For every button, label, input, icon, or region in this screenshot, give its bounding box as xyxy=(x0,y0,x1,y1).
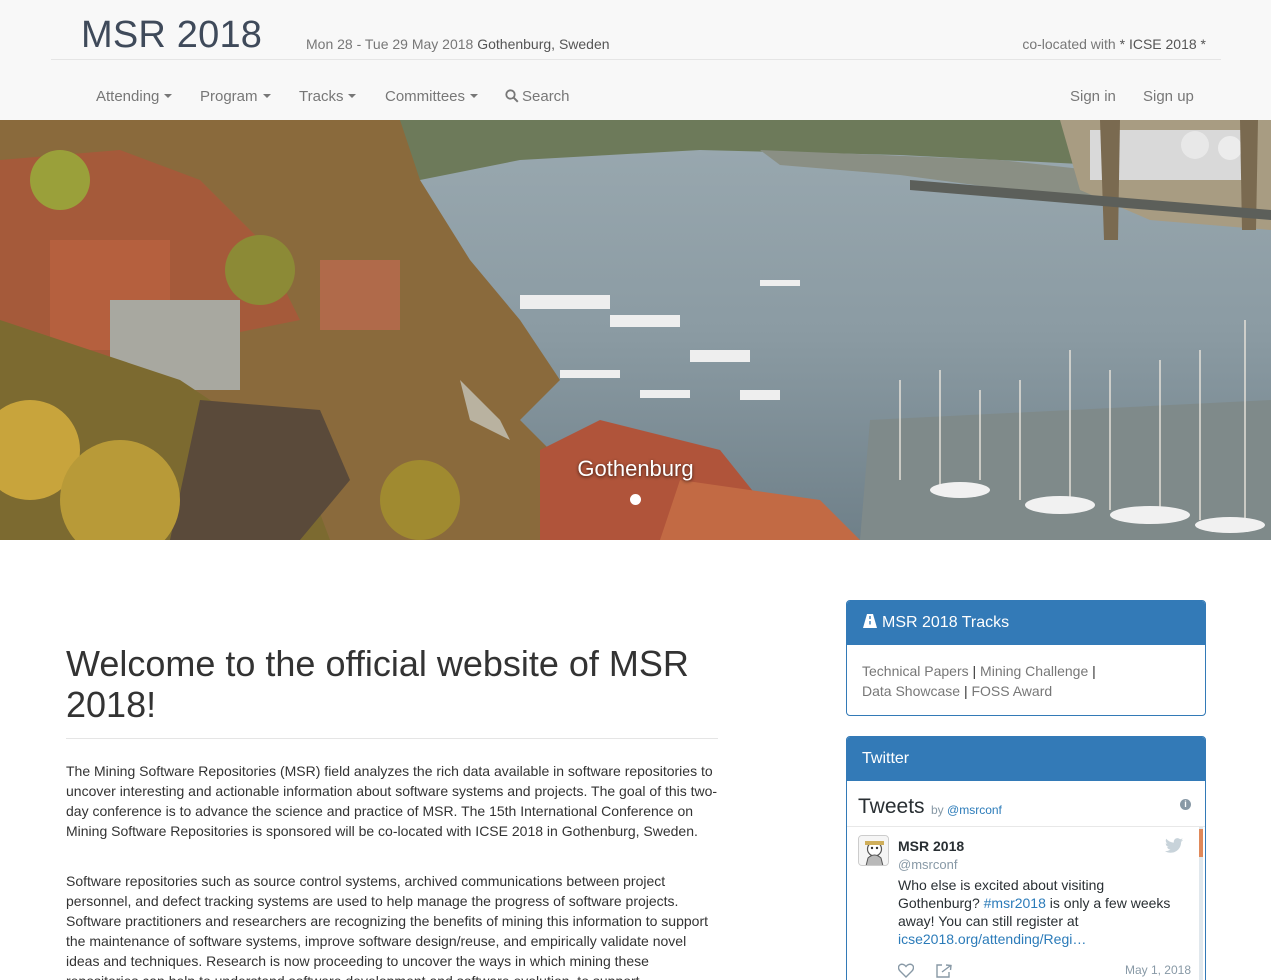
track-foss-award[interactable]: FOSS Award xyxy=(971,683,1052,699)
page-title: Welcome to the official website of MSR 2… xyxy=(66,643,689,725)
main-nav: Attending Program Tracks Committees Sear… xyxy=(0,60,1271,120)
twitter-panel-header: Twitter xyxy=(847,737,1205,781)
carousel-indicator[interactable] xyxy=(630,494,641,505)
carousel-caption: Gothenburg xyxy=(577,456,694,481)
scrollbar-thumb[interactable] xyxy=(1199,829,1203,857)
nav-tracks[interactable]: Tracks xyxy=(299,88,357,105)
twitter-panel: Twitter Tweets by @msrconf i MSR 2018 @m… xyxy=(846,736,1206,980)
info-icon[interactable]: i xyxy=(1180,799,1191,810)
nav-attending-label: Attending xyxy=(96,88,160,105)
title-divider xyxy=(66,738,718,739)
navbar: MSR 2018 Mon 28 - Tue 29 May 2018 Gothen… xyxy=(0,0,1271,120)
track-data-showcase[interactable]: Data Showcase xyxy=(862,683,960,699)
separator: | xyxy=(1092,663,1096,679)
signup-link[interactable]: Sign up xyxy=(1143,88,1194,105)
tweet-author-handle[interactable]: @msrconf xyxy=(898,857,957,872)
nav-committees-label: Committees xyxy=(385,88,466,105)
tweet-author-name[interactable]: MSR 2018 xyxy=(898,838,964,854)
msr-mascot-icon xyxy=(859,836,888,865)
signin-link[interactable]: Sign in xyxy=(1070,88,1116,105)
nav-attending[interactable]: Attending xyxy=(96,88,173,105)
tweets-header: Tweets by @msrconf i xyxy=(847,781,1205,827)
conference-location: Gothenburg, Sweden xyxy=(477,36,610,52)
tweet-hashtag[interactable]: #msr2018 xyxy=(984,895,1046,911)
caret-down-icon xyxy=(348,94,357,99)
road-icon xyxy=(863,614,877,628)
dates-text: Mon 28 - Tue 29 May 2018 xyxy=(306,36,474,52)
caret-down-icon xyxy=(262,94,271,99)
twitter-bird-icon[interactable] xyxy=(1165,838,1183,853)
tweets-title: Tweets xyxy=(858,795,925,818)
tweets-by-handle[interactable]: @msrconf xyxy=(947,803,1002,817)
conference-dates: Mon 28 - Tue 29 May 2018 Gothenburg, Swe… xyxy=(306,36,610,52)
nav-program[interactable]: Program xyxy=(200,88,271,105)
tweet-date[interactable]: May 1, 2018 xyxy=(1125,963,1191,977)
avatar[interactable] xyxy=(858,835,889,866)
tweets-by-label: by xyxy=(931,803,944,817)
colocated-prefix: co-located with xyxy=(1022,36,1116,52)
share-icon[interactable] xyxy=(936,963,952,978)
nav-search-label: Search xyxy=(522,88,570,105)
tweet-text: Who else is excited about visiting Gothe… xyxy=(898,876,1188,948)
separator: | xyxy=(963,683,968,699)
tweets-by: by @msrconf xyxy=(931,803,1002,817)
colocated-info: co-located with * ICSE 2018 * xyxy=(1022,36,1206,52)
hero-carousel[interactable]: Gothenburg xyxy=(0,120,1271,540)
heart-icon[interactable] xyxy=(898,963,914,978)
separator: | xyxy=(972,663,977,679)
tracks-panel: MSR 2018 Tracks Technical Papers | Minin… xyxy=(846,600,1206,716)
site-brand[interactable]: MSR 2018 xyxy=(81,14,262,57)
tweet-link[interactable]: icse2018.org/attending/Regi… xyxy=(898,931,1086,947)
nav-tracks-label: Tracks xyxy=(299,88,344,105)
icse-link[interactable]: * ICSE 2018 * xyxy=(1120,36,1206,52)
track-mining-challenge[interactable]: Mining Challenge xyxy=(980,663,1088,679)
tracks-panel-header: MSR 2018 Tracks xyxy=(847,601,1205,645)
nav-search[interactable]: Search xyxy=(505,88,570,105)
intro-paragraph: The Mining Software Repositories (MSR) f… xyxy=(66,763,718,839)
track-technical-papers[interactable]: Technical Papers xyxy=(862,663,969,679)
tracks-list: Technical Papers | Mining Challenge | Da… xyxy=(847,645,1205,715)
nav-committees[interactable]: Committees xyxy=(385,88,479,105)
repositories-paragraph: Software repositories such as source con… xyxy=(66,873,709,980)
search-icon xyxy=(505,89,519,103)
caret-down-icon xyxy=(164,94,173,99)
caret-down-icon xyxy=(470,94,479,99)
tracks-panel-title: MSR 2018 Tracks xyxy=(882,614,1010,631)
twitter-panel-title: Twitter xyxy=(862,750,910,767)
nav-program-label: Program xyxy=(200,88,258,105)
